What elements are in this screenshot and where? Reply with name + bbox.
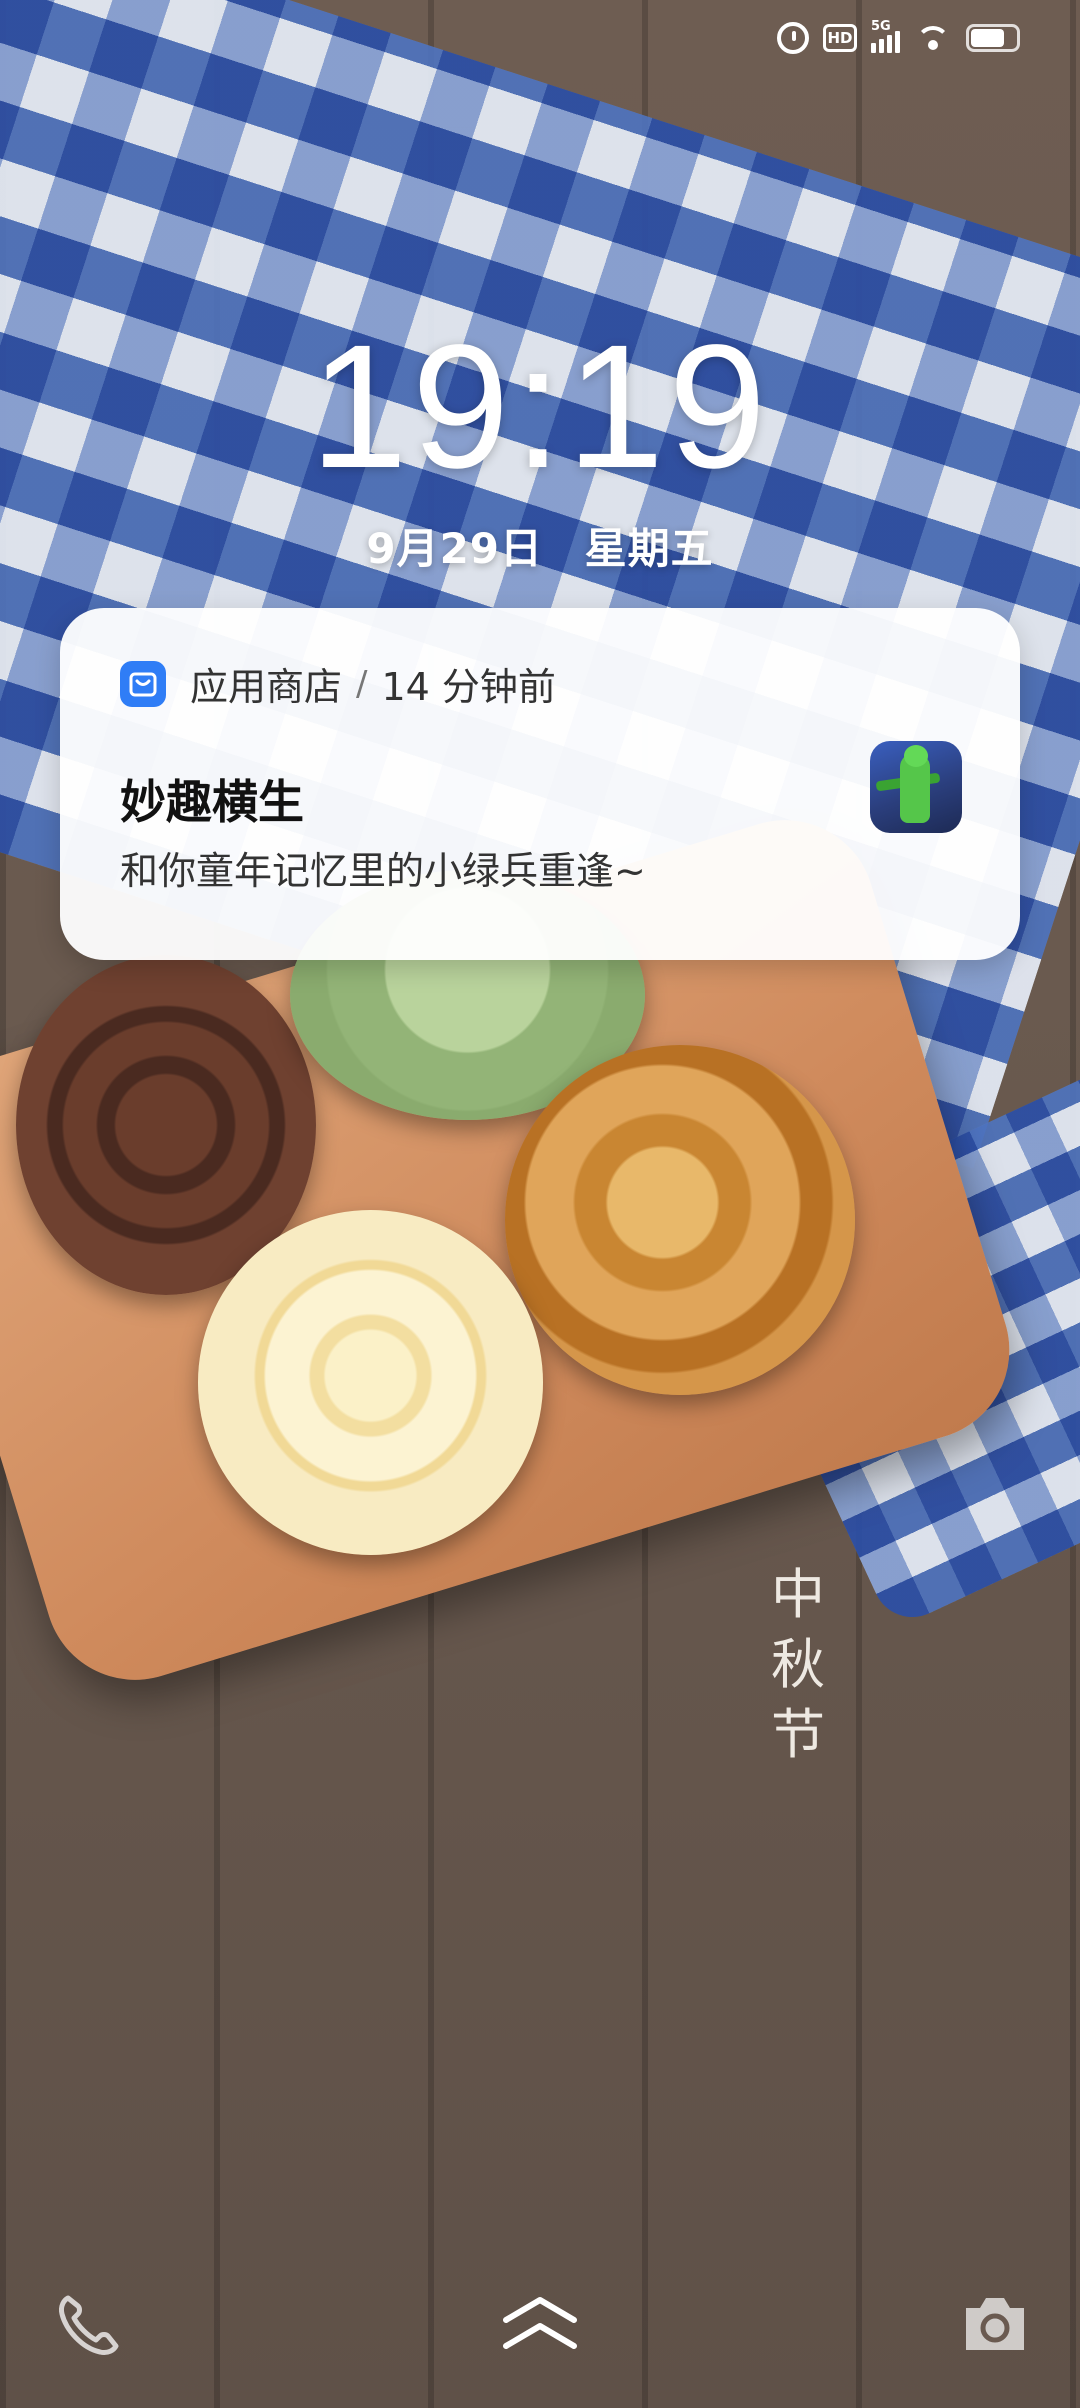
notification-card[interactable]: 应用商店 / 14 分钟前 妙趣横生 和你童年记忆里的小绿兵重逢~ xyxy=(60,608,1020,960)
status-bar: HD 5G xyxy=(0,0,1080,80)
phone-icon[interactable] xyxy=(54,2290,124,2360)
game-thumbnail-icon xyxy=(870,741,962,833)
camera-icon[interactable] xyxy=(960,2292,1030,2356)
mooncake-orange xyxy=(505,1045,855,1395)
notification-app-name: 应用商店 xyxy=(190,665,343,709)
notification-header: 应用商店 / 14 分钟前 xyxy=(120,656,556,711)
swipe-up-icon[interactable] xyxy=(500,2290,580,2360)
battery-icon xyxy=(966,24,1020,52)
notification-body: 和你童年记忆里的小绿兵重逢~ xyxy=(120,849,646,893)
hd-icon: HD xyxy=(823,24,857,52)
mooncake-white xyxy=(198,1210,543,1555)
network-label: 5G xyxy=(871,19,891,34)
notification-separator: / xyxy=(356,663,368,704)
notification-title: 妙趣横生 xyxy=(120,775,304,829)
wallpaper-caption: 中秋节 xyxy=(771,1563,827,1766)
lock-screen: 中秋节 HD 5G 19:19 9月29日 星期五 应用商店 / 14 分钟前 … xyxy=(0,0,1080,2408)
lock-date: 9月29日 星期五 xyxy=(366,524,714,573)
app-store-icon xyxy=(120,660,166,707)
notification-time: 14 分钟前 xyxy=(381,665,556,709)
wifi-icon xyxy=(914,24,952,52)
alarm-icon xyxy=(777,22,809,54)
lock-clock: 19:19 xyxy=(309,309,771,505)
signal-5g-icon: 5G xyxy=(871,19,900,53)
